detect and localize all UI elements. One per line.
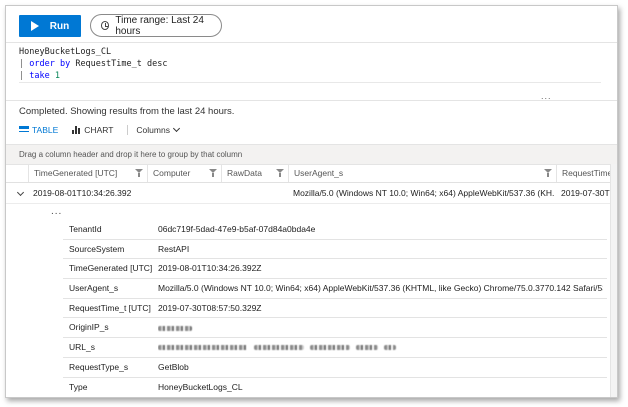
detail-row: SourceSystem RestAPI (63, 240, 607, 260)
detail-more-button[interactable]: ... (51, 206, 62, 217)
tab-chart[interactable]: CHART (72, 125, 113, 135)
group-by-drop-zone[interactable]: Drag a column header and drop it here to… (6, 144, 617, 165)
query-take-count: 1 (54, 71, 60, 81)
detail-value-redacted (158, 338, 603, 357)
editor-divider (6, 100, 617, 101)
column-header-label: TimeGenerated [UTC] (34, 168, 118, 178)
cell-requesttime: 2019-07-30T0 (561, 188, 611, 198)
detail-key: OriginIP_s (69, 322, 109, 333)
column-header-useragent[interactable]: UserAgent_s (288, 164, 556, 182)
query-pipe: | (19, 59, 25, 69)
column-header-label: UserAgent_s (294, 168, 344, 178)
column-header-label: Computer (153, 168, 191, 178)
results-column-header: TimeGenerated [UTC] Computer RawData Use… (6, 164, 617, 183)
run-button-label: Run (49, 20, 70, 32)
detail-key: URL_s (69, 342, 95, 353)
column-header-rawdata[interactable]: RawData (221, 164, 288, 182)
query-line-1[interactable]: HoneyBucketLogs_CL (19, 46, 601, 58)
detail-row: TenantId 06dc719f-5dad-47e9-b5af-07d84a0… (63, 220, 607, 240)
play-icon (30, 21, 39, 31)
detail-value: RestAPI (158, 243, 190, 254)
detail-value: GetBlob (158, 361, 189, 372)
detail-value-redacted (158, 318, 603, 337)
log-analytics-window: Run Time range: Last 24 hours HoneyBucke… (5, 5, 618, 398)
query-line-2[interactable]: | order by RequestTime_t desc (19, 58, 601, 70)
detail-row: TimeGenerated [UTC] 2019-08-01T10:34:26.… (63, 259, 607, 280)
results-scrollbar[interactable] (610, 164, 617, 397)
tab-chart-label: CHART (84, 125, 114, 135)
query-keyword-take: take (29, 71, 50, 81)
chart-icon (72, 126, 81, 134)
column-header-requesttime[interactable]: RequestTime_t (556, 164, 611, 182)
time-range-label: Time range: Last 24 hours (115, 14, 204, 37)
detail-row: RequestTime_t [UTC] 2019-07-30T08:57:50.… (63, 299, 607, 319)
detail-key: TenantId (69, 224, 102, 234)
redacted-url (384, 345, 396, 351)
redacted-url (310, 345, 350, 351)
detail-key: RequestType_s (69, 361, 129, 372)
chevron-down-icon (172, 124, 181, 133)
results-view-tabs: TABLE CHART Columns (19, 124, 181, 135)
detail-row: RequestType_s GetBlob (63, 358, 607, 378)
query-editor[interactable]: HoneyBucketLogs_CL | order by RequestTim… (19, 46, 601, 83)
column-header-label: RequestTime_t (562, 168, 611, 178)
table-row[interactable]: 2019-08-01T10:34:26.392 Mozilla/5.0 (Win… (6, 183, 617, 204)
redacted-url (158, 345, 248, 351)
query-pipe: | (19, 71, 25, 81)
detail-row: OriginIP_s (63, 318, 607, 339)
detail-key: RequestTime_t [UTC] (69, 302, 151, 313)
detail-value: Mozilla/5.0 (Windows NT 10.0; Win64; x64… (158, 283, 603, 294)
cell-useragent: Mozilla/5.0 (Windows NT 10.0; Win64; x64… (293, 188, 555, 198)
filter-icon[interactable] (135, 169, 143, 177)
detail-value: 2019-08-01T10:34:26.392Z (158, 263, 262, 274)
cell-timegenerated: 2019-08-01T10:34:26.392 (33, 188, 132, 198)
query-order-expression: RequestTime_t desc (70, 59, 168, 69)
column-header-label: RawData (227, 168, 262, 178)
time-range-button[interactable]: Time range: Last 24 hours (90, 14, 222, 37)
filter-icon[interactable] (209, 169, 217, 177)
query-line-3[interactable]: | take 1 (19, 70, 601, 83)
toolbar-divider (6, 42, 617, 43)
redacted-url (356, 345, 378, 351)
filter-icon[interactable] (544, 169, 552, 177)
detail-value: 2019-07-30T08:57:50.329Z (158, 302, 262, 313)
detail-key: TimeGenerated [UTC] (69, 263, 153, 274)
detail-key: UserAgent_s (69, 283, 119, 294)
detail-key: SourceSystem (69, 243, 125, 254)
query-keyword-order-by: order by (29, 59, 71, 69)
detail-row: UserAgent_s Mozilla/5.0 (Windows NT 10.0… (63, 279, 607, 299)
record-detail-panel: TenantId 06dc719f-5dad-47e9-b5af-07d84a0… (63, 220, 607, 396)
table-icon (19, 126, 29, 134)
redacted-ip (158, 325, 192, 331)
expand-chevron-icon[interactable] (16, 188, 25, 197)
column-header-timegenerated[interactable]: TimeGenerated [UTC] (28, 164, 147, 182)
detail-key: Type (69, 381, 88, 392)
query-table-name: HoneyBucketLogs_CL (19, 47, 112, 57)
detail-row: URL_s (63, 338, 607, 358)
filter-icon[interactable] (276, 169, 284, 177)
run-button[interactable]: Run (19, 15, 81, 37)
detail-value: 06dc719f-5dad-47e9-b5af-07d84a0bda4e (158, 224, 316, 234)
detail-value: HoneyBucketLogs_CL (158, 381, 243, 392)
column-header-computer[interactable]: Computer (147, 164, 221, 182)
tab-table-label: TABLE (32, 125, 59, 135)
detail-row: Type HoneyBucketLogs_CL (63, 378, 607, 397)
tab-table[interactable]: TABLE (19, 125, 58, 135)
clock-icon (101, 21, 110, 30)
status-text: Completed. Showing results from the last… (19, 106, 235, 117)
redacted-url (254, 345, 304, 351)
columns-button-label: Columns (136, 125, 170, 135)
columns-button[interactable]: Columns (127, 124, 181, 135)
